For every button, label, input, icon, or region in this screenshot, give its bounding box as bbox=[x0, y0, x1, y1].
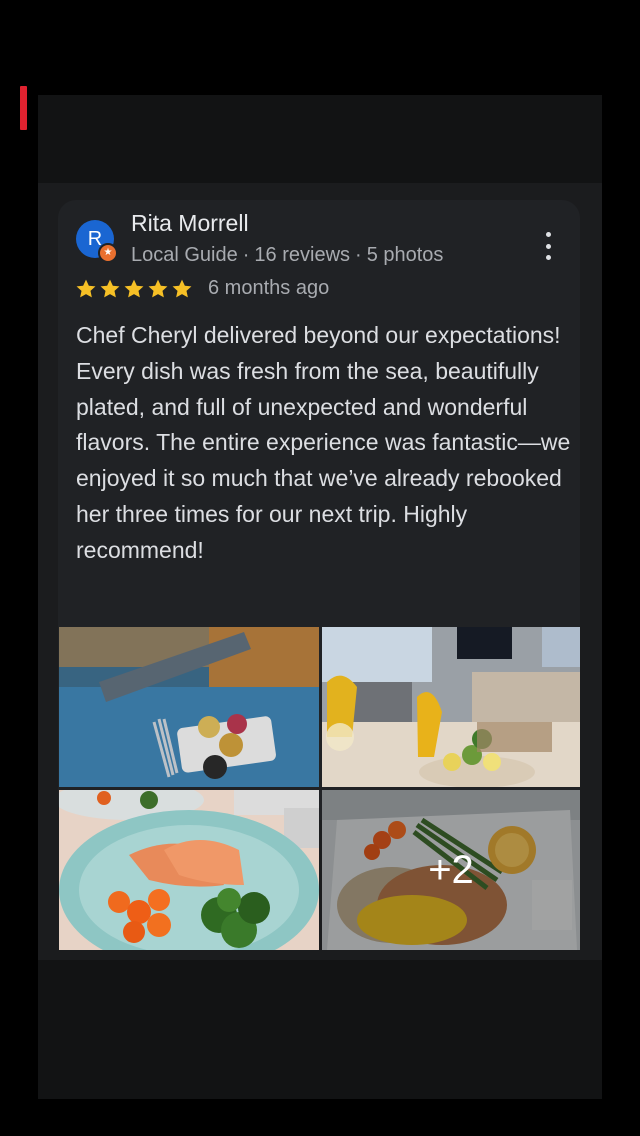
star-rating bbox=[75, 276, 193, 302]
more-photos-overlay[interactable]: +2 bbox=[322, 790, 580, 950]
local-guide-label: Local Guide bbox=[131, 244, 238, 266]
star-icon bbox=[76, 279, 96, 298]
review-photo-3[interactable] bbox=[59, 790, 319, 950]
star-icon bbox=[124, 279, 144, 298]
reviews-count: 16 reviews bbox=[254, 244, 351, 266]
review-photo-2[interactable] bbox=[322, 627, 580, 787]
reviewer-name[interactable]: Rita Morrell bbox=[131, 210, 249, 237]
star-icon bbox=[172, 279, 192, 298]
photos-count: 5 photos bbox=[366, 244, 444, 266]
recording-indicator bbox=[20, 86, 27, 130]
review-time: 6 months ago bbox=[208, 277, 330, 299]
reviewer-meta: Local Guide · 16 reviews · 5 photos bbox=[131, 244, 443, 267]
star-icon bbox=[148, 279, 168, 298]
review-photo-1[interactable] bbox=[59, 627, 319, 787]
meta-separator: · bbox=[355, 244, 362, 266]
more-vert-icon[interactable] bbox=[536, 232, 560, 260]
meta-separator: · bbox=[242, 244, 250, 266]
screen: R ★ Rita Morrell Local Guide · 16 reviews ·… bbox=[0, 0, 640, 1136]
star-icon bbox=[100, 279, 120, 298]
review-text: Chef Cheryl delivered beyond our expecta… bbox=[76, 322, 571, 563]
local-guide-icon: ★ bbox=[98, 243, 118, 263]
